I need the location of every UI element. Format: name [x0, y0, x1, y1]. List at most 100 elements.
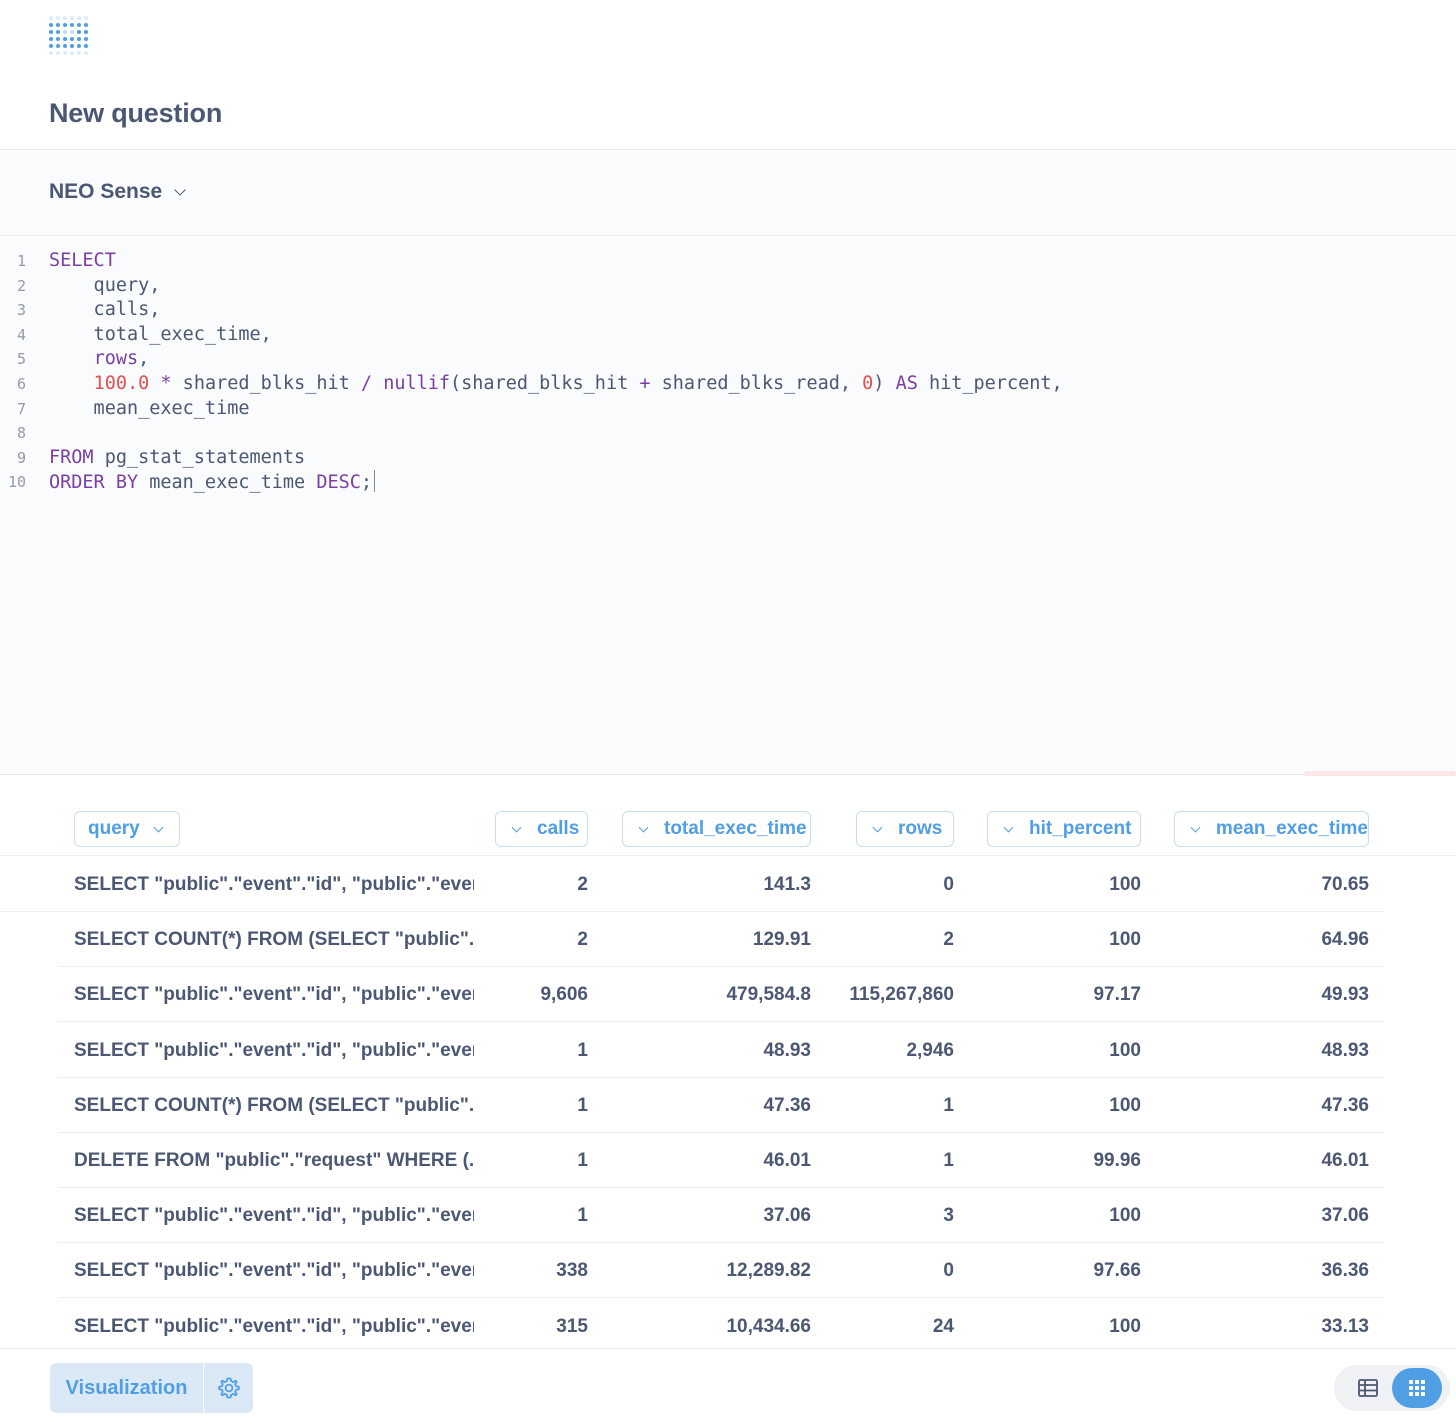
grid-icon: [1409, 1380, 1425, 1396]
cell-calls[interactable]: 9,606: [388, 967, 588, 1022]
code-text: calls,: [49, 299, 161, 321]
cell-hit-percent[interactable]: 99.96: [941, 1133, 1141, 1188]
logo-dot: [77, 37, 81, 41]
cell-rows[interactable]: 3: [754, 1188, 954, 1243]
cell-hit-percent[interactable]: 97.17: [941, 967, 1141, 1022]
grid-view-button[interactable]: [1392, 1368, 1442, 1408]
cell-rows[interactable]: 0: [754, 1243, 954, 1298]
table-row[interactable]: SELECT "public"."event"."id", "public"."…: [0, 857, 1384, 912]
code-line: 3 calls,: [0, 298, 1456, 323]
cell-hit-percent[interactable]: 100: [941, 1078, 1141, 1133]
logo-dot: [84, 37, 88, 41]
column-header-total-exec-time[interactable]: total_exec_time: [622, 811, 811, 847]
code-line: 6 100.0 * shared_blks_hit / nullif(share…: [0, 372, 1456, 397]
column-header-label: hit_percent: [1029, 818, 1132, 839]
cell-hit-percent[interactable]: 100: [941, 1299, 1141, 1348]
cell-hit-percent[interactable]: 97.66: [941, 1243, 1141, 1298]
table-row[interactable]: SELECT "public"."event"."id", "public"."…: [58, 1023, 1384, 1078]
cell-hit-percent[interactable]: 100: [941, 1188, 1141, 1243]
logo-dot: [49, 51, 53, 55]
metabase-logo-icon[interactable]: [48, 14, 88, 62]
cell-mean-exec-time[interactable]: 48.93: [1169, 1023, 1369, 1078]
logo-dot: [70, 37, 74, 41]
table-row[interactable]: DELETE FROM "public"."request" WHERE (..…: [58, 1133, 1384, 1188]
logo-dot: [56, 51, 60, 55]
header-divider: [0, 855, 1456, 856]
logo-dot: [49, 23, 53, 27]
code-line: 7 mean_exec_time: [0, 397, 1456, 422]
cell-calls[interactable]: 1: [388, 1188, 588, 1243]
cell-rows[interactable]: 0: [754, 857, 954, 912]
logo-dot: [63, 37, 67, 41]
column-header-hit-percent[interactable]: hit_percent: [987, 811, 1141, 847]
cell-hit-percent[interactable]: 100: [941, 857, 1141, 912]
cell-rows[interactable]: 24: [754, 1299, 954, 1348]
code-line: 8: [0, 421, 1456, 446]
code-text: SELECT: [49, 250, 116, 271]
cell-mean-exec-time[interactable]: 49.93: [1169, 967, 1369, 1022]
chevron-down-icon: [1190, 822, 1201, 832]
table-row[interactable]: SELECT COUNT(*) FROM (SELECT "public"...…: [58, 1078, 1384, 1133]
logo-dot: [77, 51, 81, 55]
cell-calls[interactable]: 1: [388, 1023, 588, 1078]
cell-rows[interactable]: 115,267,860: [754, 967, 954, 1022]
column-header-mean-exec-time[interactable]: mean_exec_time: [1174, 811, 1369, 847]
cell-calls[interactable]: 338: [388, 1243, 588, 1298]
code-line: 5 rows,: [0, 347, 1456, 372]
cell-calls[interactable]: 1: [388, 1078, 588, 1133]
visualization-button[interactable]: Visualization: [50, 1363, 203, 1413]
cell-rows[interactable]: 2: [754, 912, 954, 967]
chevron-down-icon: [872, 822, 883, 832]
table-row[interactable]: SELECT "public"."event"."id", "public"."…: [58, 1188, 1384, 1244]
logo-dot: [63, 16, 67, 20]
logo-dot: [56, 16, 60, 20]
logo-dot: [56, 44, 60, 48]
line-number: 10: [7, 473, 26, 492]
column-header-calls[interactable]: calls: [495, 811, 588, 847]
cell-mean-exec-time[interactable]: 37.06: [1169, 1188, 1369, 1243]
cell-calls[interactable]: 1: [388, 1133, 588, 1188]
database-bar: NEO Sense: [0, 150, 1456, 236]
column-header-label: total_exec_time: [664, 818, 807, 839]
logo-dot: [77, 23, 81, 27]
cell-calls[interactable]: 2: [388, 857, 588, 912]
logo-dot: [49, 30, 53, 34]
cell-mean-exec-time[interactable]: 47.36: [1169, 1078, 1369, 1133]
logo-dot: [70, 23, 74, 27]
database-name: NEO Sense: [49, 180, 163, 203]
code-text: query,: [49, 274, 161, 296]
header: New question: [0, 0, 1456, 150]
table-row[interactable]: SELECT "public"."event"."id", "public"."…: [58, 967, 1384, 1023]
cell-hit-percent[interactable]: 100: [941, 1023, 1141, 1078]
column-header-rows[interactable]: rows: [856, 811, 954, 847]
results-table: query calls total_exec_time rows hit_percent…: [0, 776, 1456, 1348]
cell-calls[interactable]: 315: [388, 1299, 588, 1348]
sql-editor[interactable]: 1 SELECT 2 query, 3 calls, 4 total_exec_time…: [0, 237, 1456, 775]
cell-mean-exec-time[interactable]: 46.01: [1169, 1133, 1369, 1188]
code-text: 100.0 * shared_blks_hit / nullif(shared_…: [93, 373, 1063, 394]
cell-mean-exec-time[interactable]: 64.96: [1169, 912, 1369, 967]
visualization-settings-button[interactable]: [204, 1363, 253, 1413]
cell-hit-percent[interactable]: 100: [941, 912, 1141, 967]
cell-rows[interactable]: 1: [754, 1133, 954, 1188]
table-view-button[interactable]: [1346, 1371, 1390, 1405]
logo-dot: [70, 16, 74, 20]
cell-rows[interactable]: 2,946: [754, 1023, 954, 1078]
column-header-query[interactable]: query: [74, 811, 180, 847]
cell-mean-exec-time[interactable]: 36.36: [1169, 1243, 1369, 1298]
table-row[interactable]: SELECT "public"."event"."id", "public"."…: [58, 1299, 1384, 1348]
cell-calls[interactable]: 2: [388, 912, 588, 967]
cell-mean-exec-time[interactable]: 33.13: [1169, 1299, 1369, 1348]
line-number: 2: [16, 276, 26, 295]
table-row[interactable]: SELECT COUNT(*) FROM (SELECT "public"...…: [58, 912, 1384, 968]
line-number: 3: [16, 301, 26, 320]
database-picker[interactable]: NEO Sense: [49, 180, 186, 204]
logo-dot: [70, 44, 74, 48]
cell-rows[interactable]: 1: [754, 1078, 954, 1133]
line-number: 7: [16, 399, 26, 418]
cell-mean-exec-time[interactable]: 70.65: [1169, 857, 1369, 912]
table-row[interactable]: SELECT "public"."event"."id", "public"."…: [58, 1243, 1384, 1299]
column-header-label: rows: [898, 818, 943, 839]
line-number: 4: [16, 325, 26, 344]
line-number: 8: [16, 424, 26, 443]
